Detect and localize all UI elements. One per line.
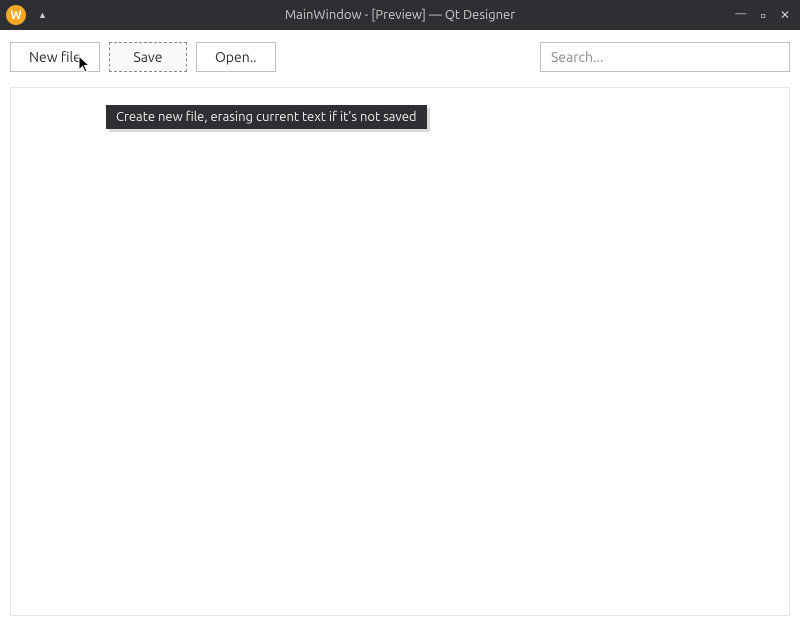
app-icon-letter: W <box>10 9 21 22</box>
save-button[interactable]: Save <box>109 42 187 72</box>
content-area[interactable]: Create new file, erasing current text if… <box>10 87 790 616</box>
app-menu-dropdown-icon[interactable]: ▲ <box>38 10 47 20</box>
window-title: MainWindow - [Preview] — Qt Designer <box>285 8 515 22</box>
titlebar: W ▲ MainWindow - [Preview] — Qt Designer <box>0 0 800 30</box>
open-button[interactable]: Open.. <box>196 42 276 72</box>
toolbar: New file Save Open.. <box>0 30 800 82</box>
close-icon[interactable] <box>780 8 790 22</box>
window-controls <box>735 6 794 25</box>
search-input[interactable] <box>540 42 790 72</box>
app-body: New file Save Open.. Create new file, er… <box>0 30 800 631</box>
maximize-icon[interactable] <box>760 6 766 25</box>
new-file-button[interactable]: New file <box>10 42 100 72</box>
tooltip: Create new file, erasing current text if… <box>106 105 427 129</box>
minimize-icon[interactable] <box>735 8 746 22</box>
app-icon: W <box>6 5 26 25</box>
